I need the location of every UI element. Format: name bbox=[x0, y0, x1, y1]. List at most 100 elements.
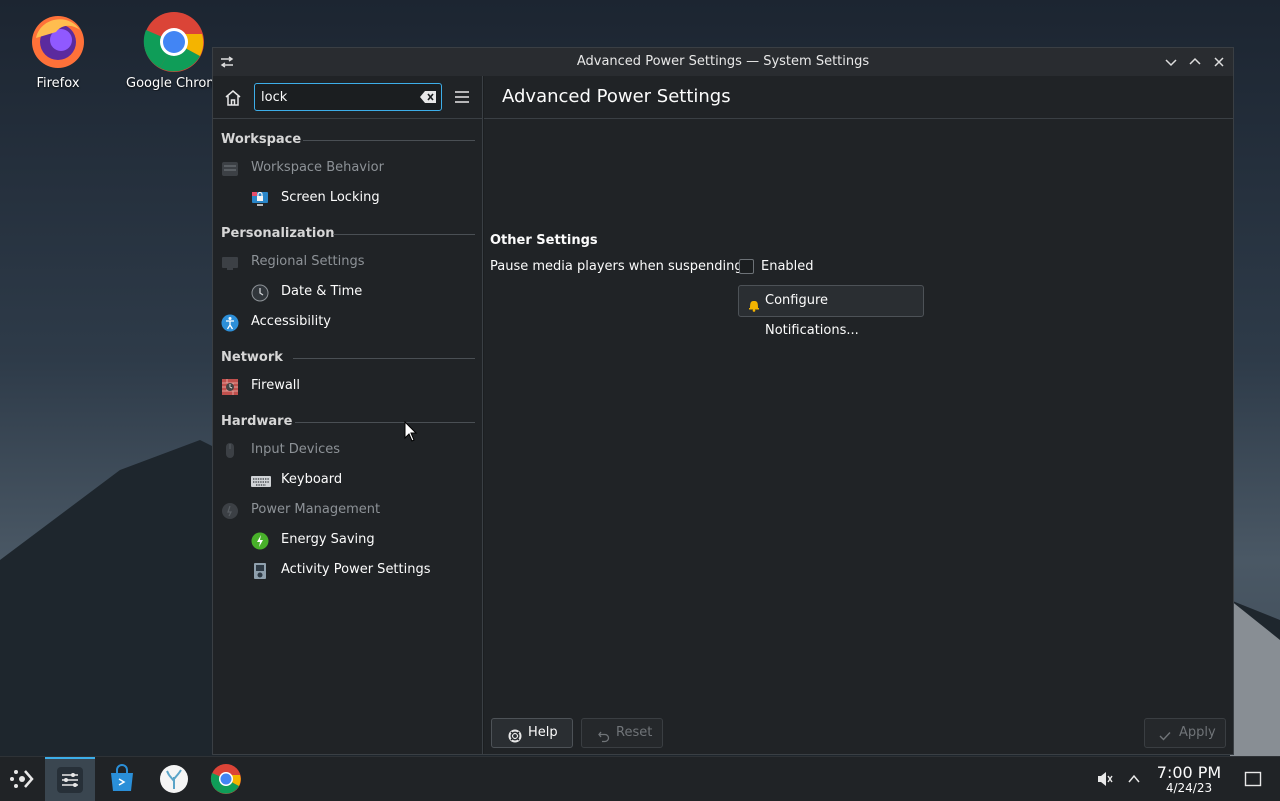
main-content: Advanced Power Settings Other Settings P… bbox=[484, 76, 1233, 754]
accessibility-icon bbox=[221, 314, 239, 332]
undo-icon bbox=[597, 726, 611, 743]
desktop-icon-label: Google Chrome bbox=[126, 76, 212, 91]
section-heading-workspace: Workspace bbox=[221, 132, 302, 147]
system-settings-icon bbox=[57, 767, 83, 793]
tray-expand-button[interactable] bbox=[1126, 771, 1142, 787]
show-desktop-button[interactable] bbox=[1244, 770, 1262, 788]
help-icon bbox=[508, 726, 522, 743]
clock-time[interactable]: 7:00 PM bbox=[1150, 763, 1228, 782]
sidebar-item-input-devices[interactable]: Input Devices bbox=[221, 437, 475, 463]
checkmark-icon bbox=[1158, 726, 1172, 741]
section-heading-hardware: Hardware bbox=[221, 414, 293, 429]
show-desktop-icon bbox=[1244, 771, 1262, 787]
help-label: Help bbox=[528, 725, 558, 740]
taskbar-system-settings-button[interactable] bbox=[45, 757, 95, 801]
pause-media-label: Pause media players when suspending: bbox=[490, 259, 748, 274]
sidebar-item-label: Keyboard bbox=[281, 472, 343, 487]
chevron-up-icon bbox=[1128, 774, 1140, 783]
page-title: Advanced Power Settings bbox=[502, 86, 731, 107]
reset-label: Reset bbox=[616, 725, 653, 740]
section-divider bbox=[333, 234, 475, 235]
search-field[interactable] bbox=[254, 83, 442, 111]
taskbar-coral-app-button[interactable] bbox=[158, 763, 190, 795]
sidebar-item-label: Accessibility bbox=[251, 314, 331, 329]
minimize-button[interactable] bbox=[1161, 52, 1181, 72]
home-icon bbox=[225, 90, 241, 106]
sidebar-item-label: Date & Time bbox=[281, 284, 363, 299]
section-heading-network: Network bbox=[221, 350, 283, 365]
close-button[interactable] bbox=[1209, 52, 1229, 72]
clock-date[interactable]: 4/24/23 bbox=[1150, 781, 1228, 795]
pause-media-checkbox-label[interactable]: Enabled bbox=[761, 259, 814, 274]
desktop-icon-label: Firefox bbox=[36, 76, 80, 91]
maximize-button[interactable] bbox=[1185, 52, 1205, 72]
sidebar-item-workspace-behavior[interactable]: Workspace Behavior bbox=[221, 155, 475, 181]
home-button[interactable] bbox=[223, 88, 243, 108]
taskbar: 7:00 PM 4/24/23 bbox=[0, 756, 1280, 801]
volume-muted-button[interactable] bbox=[1096, 770, 1114, 788]
sidebar-item-energy-saving[interactable]: Energy Saving bbox=[251, 527, 475, 553]
reset-button[interactable]: Reset bbox=[581, 718, 663, 748]
sidebar-item-label: Power Management bbox=[251, 502, 381, 517]
sidebar-item-label: Firewall bbox=[251, 378, 301, 393]
configure-notifications-button[interactable]: Configure Notifications... bbox=[738, 285, 924, 338]
window-titlebar[interactable]: Advanced Power Settings — System Setting… bbox=[213, 48, 1233, 76]
system-settings-window: Advanced Power Settings — System Setting… bbox=[212, 47, 1234, 755]
section-divider bbox=[303, 140, 475, 141]
section-divider bbox=[295, 422, 475, 423]
sidebar-item-power-management[interactable]: Power Management bbox=[221, 497, 475, 523]
sidebar-item-firewall[interactable]: Firewall bbox=[221, 373, 475, 399]
sidebar-item-label: Workspace Behavior bbox=[251, 160, 384, 175]
taskbar-discover-button[interactable] bbox=[106, 763, 138, 795]
sidebar-item-label: Activity Power Settings bbox=[281, 562, 431, 577]
energy-saving-icon bbox=[251, 532, 269, 550]
sidebar-item-date-time[interactable]: Date & Time bbox=[251, 279, 475, 305]
section-divider bbox=[293, 358, 475, 359]
search-input[interactable] bbox=[261, 88, 411, 106]
volume-muted-icon bbox=[1098, 772, 1113, 786]
mouse-cursor-icon bbox=[404, 421, 418, 442]
activity-power-settings-icon bbox=[251, 562, 269, 580]
power-management-icon bbox=[221, 502, 239, 520]
desktop-icon-chrome[interactable]: Google Chrome bbox=[124, 10, 212, 91]
apply-button[interactable]: Apply bbox=[1144, 718, 1226, 748]
hamburger-icon bbox=[455, 91, 469, 103]
clear-search-button[interactable] bbox=[419, 89, 437, 105]
desktop-icon-firefox[interactable]: Firefox bbox=[8, 10, 108, 91]
sidebar-item-screen-locking[interactable]: Screen Locking bbox=[251, 185, 475, 211]
taskbar-chrome-button[interactable] bbox=[210, 763, 242, 795]
sidebar-item-keyboard[interactable]: Keyboard bbox=[251, 467, 475, 493]
launcher-icon bbox=[10, 770, 34, 788]
chrome-icon bbox=[210, 764, 241, 794]
firefox-icon bbox=[28, 10, 88, 70]
sidebar: Workspace Workspace Behavior Screen Lock… bbox=[213, 76, 483, 754]
apply-label: Apply bbox=[1179, 725, 1216, 740]
firewall-icon bbox=[221, 378, 239, 396]
store-bag-icon bbox=[111, 764, 133, 791]
sidebar-item-activity-power-settings[interactable]: Activity Power Settings bbox=[251, 557, 475, 583]
help-button[interactable]: Help bbox=[491, 718, 573, 748]
clock-icon bbox=[251, 284, 269, 302]
sidebar-item-accessibility[interactable]: Accessibility bbox=[221, 309, 475, 335]
backspace-icon bbox=[420, 91, 436, 103]
application-launcher-button[interactable] bbox=[6, 763, 38, 795]
coral-icon bbox=[160, 765, 188, 793]
sidebar-item-regional-settings[interactable]: Regional Settings bbox=[221, 249, 475, 275]
chrome-icon bbox=[142, 10, 204, 72]
sidebar-item-label: Energy Saving bbox=[281, 532, 375, 547]
sidebar-toolbar bbox=[213, 76, 483, 119]
sidebar-item-label: Input Devices bbox=[251, 442, 341, 457]
chevron-up-icon bbox=[1189, 57, 1201, 65]
section-heading-personalization: Personalization bbox=[221, 226, 335, 241]
workspace-behavior-icon bbox=[221, 160, 239, 178]
hamburger-menu-button[interactable] bbox=[453, 88, 471, 106]
keyboard-icon bbox=[251, 472, 271, 490]
window-title: Advanced Power Settings — System Setting… bbox=[576, 54, 870, 69]
configure-notifications-label: Configure Notifications... bbox=[765, 293, 859, 338]
pause-media-checkbox[interactable] bbox=[739, 259, 754, 274]
chevron-down-icon bbox=[1165, 59, 1177, 67]
screen-locking-icon bbox=[251, 190, 269, 208]
other-settings-title: Other Settings bbox=[490, 233, 598, 248]
close-icon bbox=[1214, 57, 1224, 67]
bell-icon bbox=[747, 294, 761, 312]
